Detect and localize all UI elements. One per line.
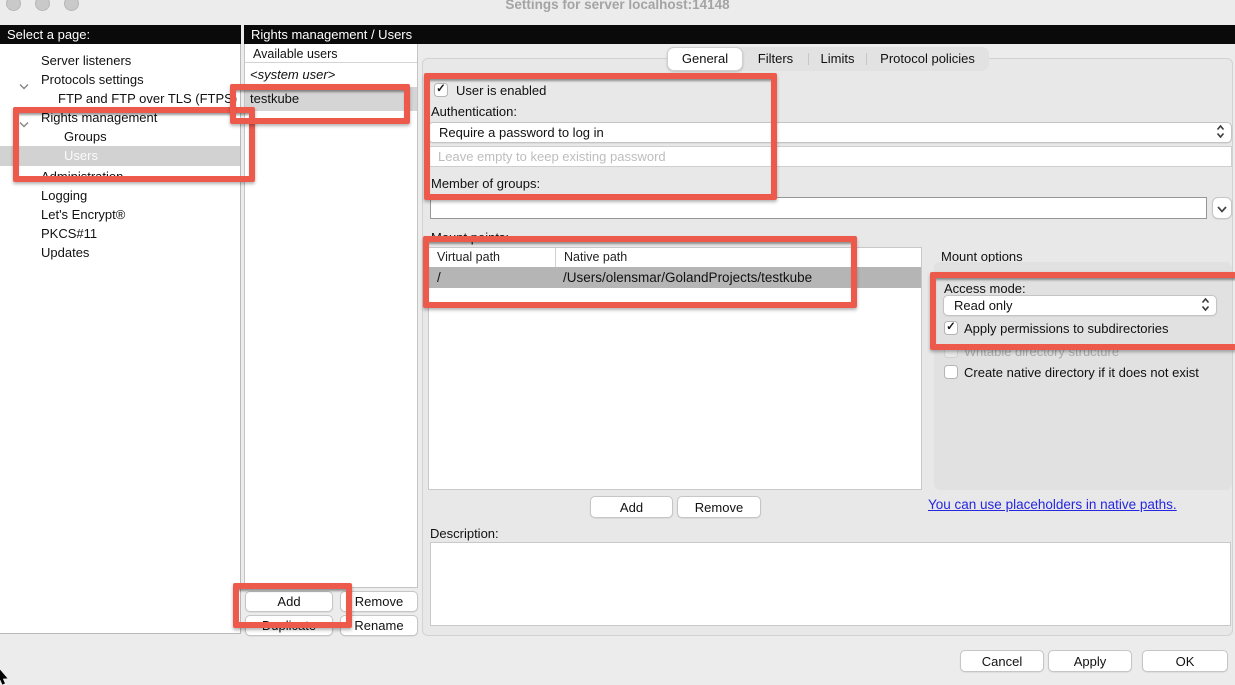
mount-points-label: Mount points:: [431, 230, 509, 245]
rename-user-button[interactable]: Rename: [340, 615, 418, 636]
create-native-directory-checkbox[interactable]: [944, 365, 958, 379]
sidebar-item-server-listeners[interactable]: Server listeners: [0, 51, 240, 70]
writable-structure-label: Writable directory structure: [964, 344, 1119, 359]
tab-filters[interactable]: Filters: [743, 47, 808, 71]
user-enabled-checkbox[interactable]: ✓: [434, 83, 448, 97]
cell-native-path: /Users/olensmar/GolandProjects/testkube: [555, 267, 921, 288]
create-native-directory-label: Create native directory if it does not e…: [964, 365, 1199, 380]
detail-tabs: General Filters Limits Protocol policies: [667, 47, 989, 71]
sidebar-item-updates[interactable]: Updates: [0, 243, 240, 262]
remove-mount-button[interactable]: Remove: [677, 496, 761, 518]
ok-button[interactable]: OK: [1142, 650, 1228, 672]
check-icon: ✓: [946, 322, 956, 334]
member-of-groups-input[interactable]: [430, 197, 1207, 219]
mount-points-table: Virtual path Native path / /Users/olensm…: [428, 247, 922, 490]
access-mode-label: Access mode:: [944, 281, 1026, 296]
description-label: Description:: [430, 526, 499, 541]
sidebar-item-protocols-settings[interactable]: Protocols settings: [0, 70, 240, 89]
writable-structure-checkbox: [944, 344, 958, 358]
authentication-label: Authentication:: [431, 104, 517, 119]
chevron-down-icon: [1217, 201, 1227, 216]
stepper-icon: [1216, 124, 1225, 141]
available-users-list: Available users <system user> testkube: [244, 44, 418, 588]
sidebar-header: Select a page:: [0, 25, 241, 44]
tab-limits[interactable]: Limits: [809, 47, 866, 71]
sidebar-item-logging[interactable]: Logging: [0, 186, 240, 205]
tab-general[interactable]: General: [667, 47, 743, 71]
sidebar-item-ftp[interactable]: FTP and FTP over TLS (FTPS): [0, 89, 240, 108]
list-item-testkube[interactable]: testkube: [245, 87, 417, 111]
sidebar-item-pkcs11[interactable]: PKCS#11: [0, 224, 240, 243]
apply-permissions-checkbox[interactable]: ✓: [944, 321, 958, 335]
member-of-groups-label: Member of groups:: [431, 176, 540, 191]
window-title: Settings for server localhost:14148: [0, 0, 1235, 12]
page-tree: Server listeners Protocols settings FTP …: [0, 44, 241, 634]
member-of-groups-dropdown-button[interactable]: [1212, 197, 1232, 219]
users-list-header: Available users: [245, 45, 417, 63]
add-user-button[interactable]: Add: [245, 591, 333, 612]
breadcrumb: Rights management / Users: [244, 25, 1235, 44]
access-mode-select[interactable]: Read only: [943, 295, 1217, 316]
sidebar-item-users[interactable]: Users: [0, 146, 240, 166]
add-mount-button[interactable]: Add: [590, 496, 673, 518]
sidebar-item-rights-management[interactable]: Rights management: [0, 108, 240, 127]
list-item-system-user[interactable]: <system user>: [245, 65, 417, 85]
duplicate-user-button[interactable]: Duplicate: [245, 615, 333, 636]
cursor-icon: [0, 665, 9, 685]
apply-button[interactable]: Apply: [1048, 650, 1132, 672]
user-enabled-label: User is enabled: [456, 83, 546, 98]
tab-protocol-policies[interactable]: Protocol policies: [867, 47, 988, 71]
column-header-native-path[interactable]: Native path: [555, 248, 921, 267]
mount-table-header: Virtual path Native path: [429, 248, 921, 268]
cancel-button[interactable]: Cancel: [960, 650, 1044, 672]
stepper-icon: [1201, 297, 1210, 314]
table-row[interactable]: / /Users/olensmar/GolandProjects/testkub…: [429, 267, 921, 288]
column-header-virtual-path[interactable]: Virtual path: [429, 248, 555, 267]
description-textarea[interactable]: [430, 542, 1231, 626]
apply-permissions-label: Apply permissions to subdirectories: [964, 321, 1168, 336]
remove-user-button[interactable]: Remove: [340, 591, 418, 612]
cell-virtual-path: /: [429, 267, 555, 288]
sidebar-item-administration[interactable]: Administration: [0, 167, 240, 186]
placeholders-link[interactable]: You can use placeholders in native paths…: [928, 497, 1177, 512]
password-input[interactable]: [428, 146, 1232, 167]
sidebar-item-groups[interactable]: Groups: [0, 127, 240, 146]
check-icon: ✓: [436, 84, 446, 96]
authentication-select[interactable]: Require a password to log in: [428, 122, 1232, 143]
sidebar-item-lets-encrypt[interactable]: Let's Encrypt®: [0, 205, 240, 224]
settings-window: Settings for server localhost:14148 Sele…: [0, 0, 1235, 685]
